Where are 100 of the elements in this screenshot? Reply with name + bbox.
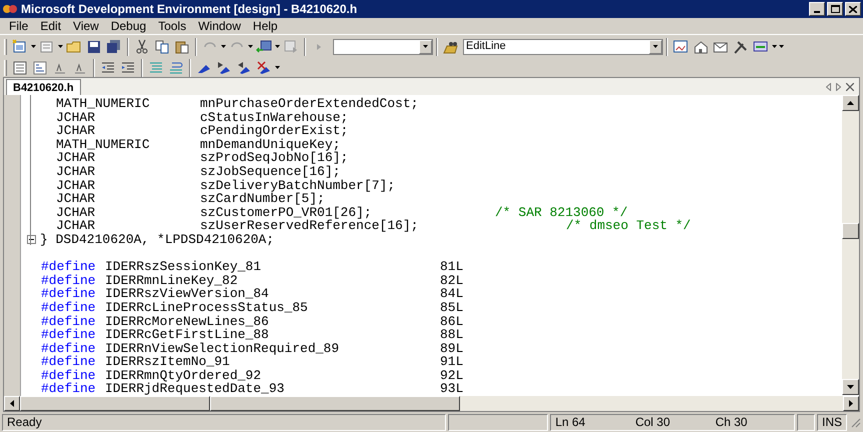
down-arrow-icon[interactable] xyxy=(847,385,854,389)
maximize-button[interactable] xyxy=(827,2,843,16)
code-comment: /* SAR 8213060 */ xyxy=(495,206,628,220)
macro-name: IDERRszSessionKey_81 xyxy=(105,260,262,274)
field-name: mnDemandUniqueKey; xyxy=(200,138,340,152)
scroll-down-button[interactable] xyxy=(842,379,859,395)
caret-icon[interactable] xyxy=(275,66,280,69)
macro-value: 81L xyxy=(440,260,464,274)
caret-icon[interactable] xyxy=(221,45,226,48)
paste-icon[interactable] xyxy=(174,38,190,54)
preprocessor-keyword: #define xyxy=(41,382,97,396)
dropdown-arrow-icon[interactable] xyxy=(653,45,658,48)
field-name: szJobSequence[16]; xyxy=(200,164,340,179)
scroll-thumb[interactable] xyxy=(20,396,210,411)
configuration-dropdown[interactable] xyxy=(333,38,433,54)
menu-item[interactable]: Tools xyxy=(153,17,192,35)
macro-name: IDERRmnLineKey_82 xyxy=(105,274,238,288)
type-name: JCHAR xyxy=(56,110,96,124)
window-title: Microsoft Development Environment [design] - B4210620.h xyxy=(21,1,358,18)
file-tab[interactable]: B4210620.h xyxy=(6,79,81,95)
status-message: Ready xyxy=(2,414,446,430)
window-arrow-icon[interactable] xyxy=(256,38,272,54)
indent-icon[interactable] xyxy=(120,60,136,76)
preprocessor-keyword: #define xyxy=(41,355,97,369)
caret-icon[interactable] xyxy=(248,45,253,48)
cut-icon[interactable] xyxy=(134,38,150,54)
field-name: szUserReservedReference[16]; xyxy=(200,219,420,233)
diagram-icon[interactable] xyxy=(673,38,689,54)
menu-item[interactable]: Debug xyxy=(106,17,152,35)
macro-name: IDERRcGetFirstLine_88 xyxy=(105,328,270,342)
scroll-thumb[interactable] xyxy=(210,396,460,411)
menu-item[interactable]: Help xyxy=(248,17,283,35)
toolbox-icon[interactable] xyxy=(753,38,769,54)
macro-name: IDERRcMoreNewLines_86 xyxy=(105,314,270,328)
menu-item[interactable]: Window xyxy=(193,17,246,35)
scroll-thumb[interactable] xyxy=(842,223,859,239)
type-name: MATH_NUMERIC xyxy=(56,138,151,152)
macro-value: 88L xyxy=(440,328,464,342)
tools-icon[interactable] xyxy=(733,38,749,54)
caret-icon[interactable] xyxy=(58,45,63,48)
bookmark-clear-icon[interactable] xyxy=(256,60,272,76)
preprocessor-keyword: #define xyxy=(41,368,97,382)
macro-name: IDERRszItemNo_91 xyxy=(105,355,230,369)
scroll-left-icon[interactable] xyxy=(826,83,831,91)
type-name: JCHAR xyxy=(56,124,96,138)
type-name: JCHAR xyxy=(56,151,96,165)
macro-value: 91L xyxy=(440,355,464,369)
preprocessor-keyword: #define xyxy=(41,314,97,328)
outdent-icon[interactable] xyxy=(100,60,116,76)
save-all-icon[interactable] xyxy=(106,38,122,54)
properties-icon[interactable] xyxy=(12,60,28,76)
field-name: szDeliveryBatchNumber[7]; xyxy=(200,178,396,192)
scroll-left-button[interactable] xyxy=(4,396,20,411)
vertical-scrollbar[interactable] xyxy=(842,95,859,395)
uncomment-icon[interactable] xyxy=(168,60,184,76)
scroll-up-button[interactable] xyxy=(842,95,859,111)
bookmark-previous-icon[interactable] xyxy=(236,60,252,76)
macro-value: 89L xyxy=(440,342,464,356)
copy-icon[interactable] xyxy=(154,38,170,54)
save-icon[interactable] xyxy=(86,38,102,54)
line-number: Ln 64 xyxy=(555,414,586,431)
close-icon[interactable] xyxy=(849,6,857,12)
scroll-right-icon[interactable] xyxy=(836,83,841,91)
preprocessor-keyword: #define xyxy=(41,328,97,342)
field-name: cStatusInWarehouse; xyxy=(200,110,350,124)
new-project-icon[interactable] xyxy=(12,38,28,54)
code-comment: /* dmseo Test */ xyxy=(566,219,691,233)
up-arrow-icon[interactable] xyxy=(847,101,854,105)
menu-item[interactable]: Edit xyxy=(35,17,66,35)
macro-name: IDERRcLineProcessStatus_85 xyxy=(105,300,309,314)
right-arrow-icon[interactable] xyxy=(849,400,853,407)
caret-icon[interactable] xyxy=(31,45,36,48)
type-name: JCHAR xyxy=(56,206,96,220)
horizontal-scrollbar[interactable] xyxy=(3,396,860,412)
find-dropdown[interactable]: EditLine xyxy=(463,38,663,54)
type-name: JCHAR xyxy=(56,219,96,233)
close-button[interactable] xyxy=(845,2,861,16)
macro-value: 82L xyxy=(440,274,464,288)
list-icon[interactable] xyxy=(32,60,48,76)
collapse-icon[interactable] xyxy=(27,235,36,244)
minimize-button[interactable] xyxy=(809,2,825,16)
macro-name: IDERRjdRequestedDate_93 xyxy=(105,382,286,396)
bookmark-next-icon[interactable] xyxy=(216,60,232,76)
caret-icon[interactable] xyxy=(275,45,280,48)
combo-value: EditLine xyxy=(465,39,507,54)
left-arrow-icon[interactable] xyxy=(10,400,14,407)
macro-value: 84L xyxy=(440,287,464,301)
field-name: cPendingOrderExist; xyxy=(200,124,350,138)
menu-item[interactable]: View xyxy=(68,17,104,35)
scroll-right-button[interactable] xyxy=(843,396,859,411)
column-number: Col 30 xyxy=(635,414,671,431)
house-icon[interactable] xyxy=(693,38,709,54)
menu-item[interactable]: File xyxy=(4,17,34,35)
dropdown-arrow-icon[interactable] xyxy=(423,45,428,48)
macro-value: 86L xyxy=(440,314,464,328)
field-name: szCardNumber[5]; xyxy=(200,192,325,206)
resize-grip-icon[interactable] xyxy=(849,416,861,428)
type-name: MATH_NUMERIC xyxy=(56,97,151,111)
type-name: JCHAR xyxy=(56,164,96,179)
status-panel xyxy=(797,414,815,430)
